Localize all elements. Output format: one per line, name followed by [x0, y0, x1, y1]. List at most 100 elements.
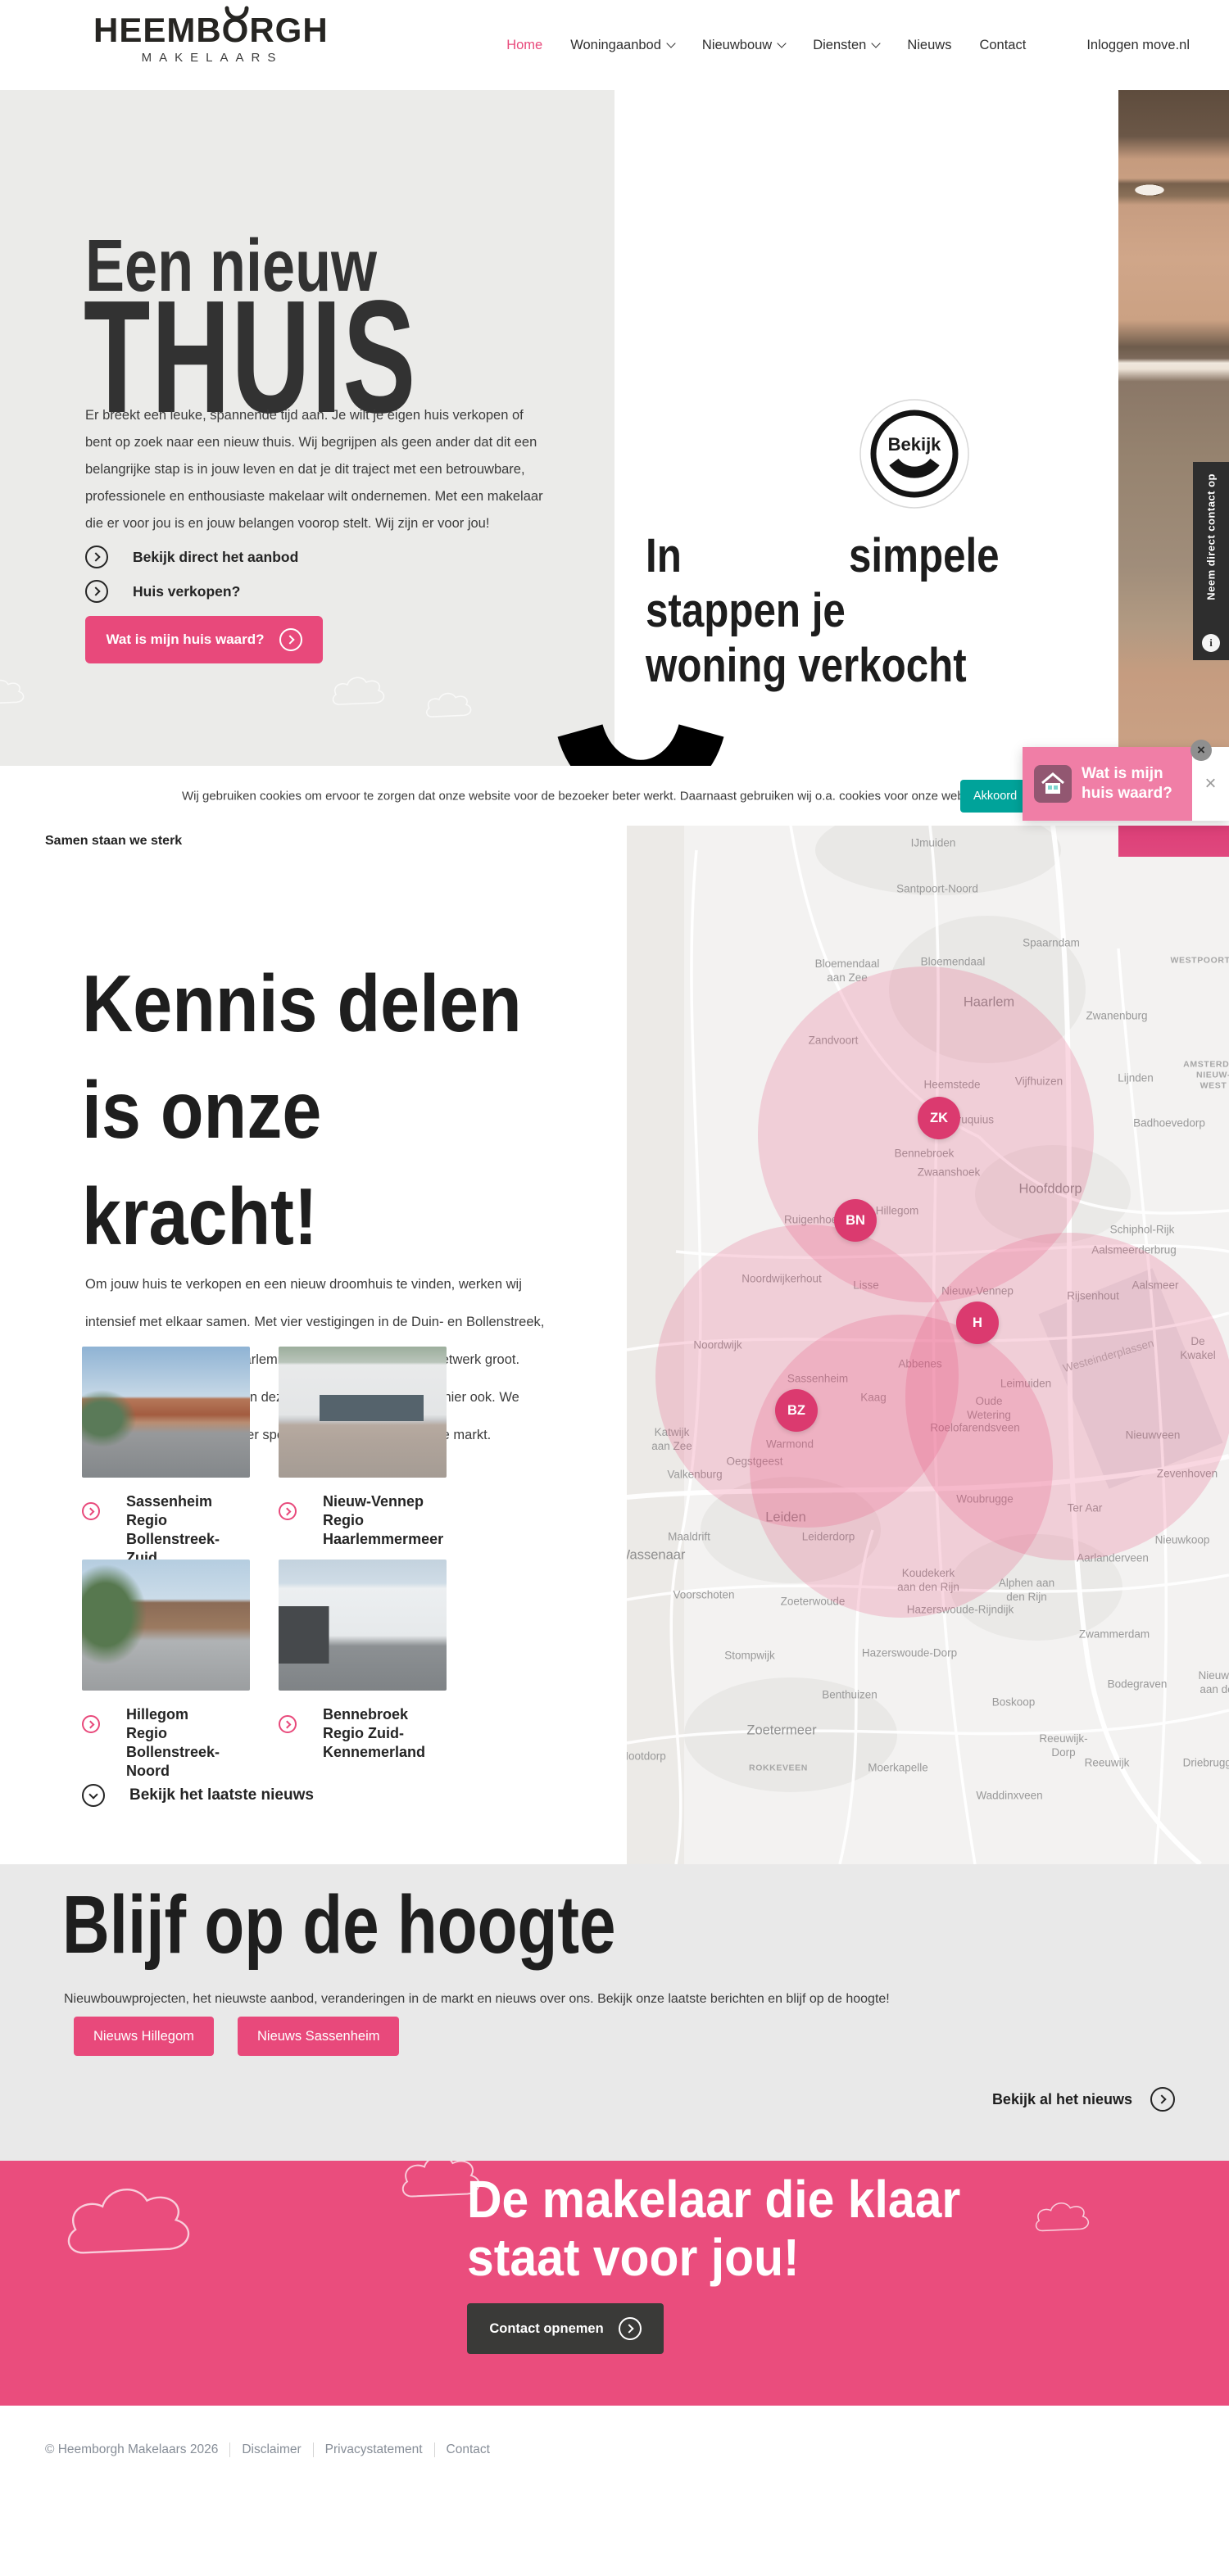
chevron-right-circle-icon	[279, 1715, 297, 1733]
cookie-accept-button[interactable]: Akkoord	[960, 779, 1031, 813]
popup-text: Wat is mijn huis waard?	[1082, 765, 1172, 802]
bekijk-badge[interactable]: Bekijk	[857, 396, 972, 511]
nav-diensten[interactable]: Diensten	[813, 38, 882, 53]
logo-smile-icon	[224, 6, 249, 19]
map-marker-h[interactable]: H	[956, 1302, 999, 1344]
all-news-link[interactable]: Bekijk al het nieuws	[992, 2087, 1175, 2112]
map-town-label: Zwanenburg	[1086, 1009, 1148, 1022]
news-heading: Blijf op de hoogte	[62, 1879, 616, 1971]
cloud-icon	[0, 679, 25, 704]
map-marker-bn[interactable]: BN	[834, 1199, 877, 1242]
map-town-label: Waddinxveen	[976, 1789, 1043, 1802]
map-town-label: Zwammerdam	[1078, 1628, 1150, 1641]
map-town-label: Schiphol-Rijk	[1109, 1223, 1175, 1236]
steps-word-simpele: simpele	[849, 529, 1000, 582]
map-town-label: AMSTERDAM NIEUW-WEST	[1183, 1059, 1229, 1091]
together-section: Samen staan we sterk Kennis delen is onz…	[0, 826, 1229, 1864]
map-town-label: Bodegraven	[1107, 1677, 1168, 1691]
section-kicker: Samen staan we sterk	[45, 834, 183, 848]
site-footer: © Heemborgh Makelaars 2026 Disclaimer Pr…	[0, 2406, 1229, 2576]
chevron-right-circle-icon	[82, 1715, 100, 1733]
badge-label: Bekijk	[888, 434, 942, 455]
coverage-circle	[905, 1233, 1229, 1560]
link-huis-verkopen[interactable]: Huis verkopen?	[85, 580, 240, 603]
coverage-map: IJmuidenKoog de ZaSantpoort-NoordSpaarnd…	[627, 826, 1229, 1864]
huiswaarde-button[interactable]: Wat is mijn huis waard?	[85, 616, 323, 663]
popup-close-button[interactable]: ×	[1190, 740, 1212, 761]
footer-contact[interactable]: Contact	[447, 2442, 490, 2457]
logo[interactable]: HEEMBORGH MAKELAARS	[93, 6, 331, 65]
map-town-label: Voorschoten	[673, 1588, 735, 1601]
office-card-sassenheim[interactable]: Sassenheim Regio Bollenstreek- Zuid	[82, 1347, 254, 1568]
chevron-right-circle-icon	[82, 1502, 100, 1520]
footer-disclaimer[interactable]: Disclaimer	[242, 2442, 301, 2457]
chevron-down-icon	[666, 38, 676, 48]
nav-woningaanbod[interactable]: Woningaanbod	[570, 38, 676, 53]
steps-word-in: In	[646, 529, 682, 582]
divider	[433, 2442, 435, 2457]
office-photo	[82, 1347, 250, 1478]
chevron-right-circle-icon	[618, 2317, 642, 2340]
map-town-label: Spaarndam	[1023, 936, 1080, 949]
nav-nieuwbouw[interactable]: Nieuwbouw	[702, 38, 787, 53]
divider	[312, 2442, 314, 2457]
contact-tab[interactable]: Neem direct contact op i	[1193, 462, 1229, 660]
office-card-nieuw-vennep[interactable]: Nieuw-Vennep Regio Haarlemmermeer	[279, 1347, 451, 1549]
nav-nieuws[interactable]: Nieuws	[907, 38, 951, 53]
chevron-right-circle-icon	[85, 546, 108, 568]
office-photo	[279, 1347, 447, 1478]
map-town-label: Hazerswoude-Dorp	[861, 1646, 958, 1659]
map-town-label: Moerkapelle	[868, 1761, 928, 1774]
map-town-label: Zoetermeer	[746, 1723, 817, 1738]
together-heading: Kennis delen is onze kracht!	[82, 958, 522, 1261]
hero-paragraph: Er breekt een leuke, spannende tijd aan.…	[85, 407, 543, 531]
link-bekijk-aanbod[interactable]: Bekijk direct het aanbod	[85, 546, 298, 568]
map-town-label: Badhoevedorp	[1133, 1116, 1205, 1130]
map-marker-bz[interactable]: BZ	[775, 1389, 818, 1432]
latest-news-link[interactable]: Bekijk het laatste nieuws	[82, 1784, 314, 1807]
cta-heading: De makelaar die klaar staat voor jou!	[467, 2170, 961, 2287]
news-paragraph: Nieuwbouwprojecten, het nieuwste aanbod,…	[64, 1992, 890, 2006]
chevron-right-circle-icon	[279, 628, 302, 651]
map-town-label: Benthuizen	[822, 1688, 878, 1701]
news-hillegom-button[interactable]: Nieuws Hillegom	[74, 2017, 214, 2056]
footer-privacy[interactable]: Privacystatement	[325, 2442, 423, 2457]
close-icon: ×	[1197, 742, 1205, 758]
chevron-down-circle-icon	[82, 1784, 105, 1807]
cloud-icon	[1035, 2203, 1089, 2232]
steps-line2: stappen je	[646, 584, 846, 637]
office-label: Hillegom Regio Bollenstreek- Noord	[126, 1706, 220, 1779]
map-town-label: Lijnden	[1118, 1071, 1154, 1084]
contact-button[interactable]: Contact opnemen	[467, 2303, 664, 2354]
nav-contact[interactable]: Contact	[979, 38, 1026, 53]
news-sassenheim-button[interactable]: Nieuws Sassenheim	[238, 2017, 400, 2056]
chevron-right-circle-icon	[279, 1502, 297, 1520]
chevron-right-circle-icon	[1150, 2087, 1175, 2112]
popup-body: Wat is mijn huis waard?	[1023, 747, 1192, 821]
chevron-down-icon	[871, 38, 882, 48]
map-town-label: Stompwijk	[724, 1649, 775, 1662]
office-card-bennebroek[interactable]: Bennebroek Regio Zuid- Kennemerland	[279, 1560, 451, 1762]
site-header: HEEMBORGH MAKELAARS Home Woningaanbod Ni…	[0, 0, 1229, 90]
map-town-label: Alphen aan den Rijn	[998, 1577, 1055, 1603]
nav-login-move[interactable]: Inloggen move.nl	[1086, 38, 1190, 53]
map-town-label: Reeuwijk- Dorp	[1039, 1732, 1088, 1759]
map-town-label: Reeuwijk	[1084, 1756, 1130, 1769]
map-marker-zk[interactable]: ZK	[918, 1097, 960, 1139]
hero-section: Een nieuw THUIS Er breekt een leuke, spa…	[0, 90, 1229, 826]
map-town-label: WESTPOORT	[1170, 955, 1229, 966]
office-card-hillegom[interactable]: Hillegom Regio Bollenstreek- Noord	[82, 1560, 254, 1781]
cloud-icon	[425, 692, 472, 718]
map-town-label: Boskoop	[991, 1695, 1036, 1709]
info-icon: i	[1202, 634, 1220, 652]
map-town-label: Wassenaar	[627, 1547, 686, 1563]
news-section: Blijf op de hoogte Nieuwbouwprojecten, h…	[0, 1864, 1229, 2161]
map-town-label: ROKKEVEEN	[749, 1763, 808, 1773]
close-icon: ×	[1204, 772, 1217, 795]
office-photo	[279, 1560, 447, 1691]
map-town-label: Driebrugge	[1182, 1756, 1229, 1769]
nav-home[interactable]: Home	[506, 38, 542, 53]
hero-left-panel: Een nieuw THUIS Er breekt een leuke, spa…	[0, 90, 614, 826]
contact-tab-label: Neem direct contact op	[1204, 473, 1218, 600]
office-label: Sassenheim Regio Bollenstreek- Zuid	[126, 1493, 220, 1566]
